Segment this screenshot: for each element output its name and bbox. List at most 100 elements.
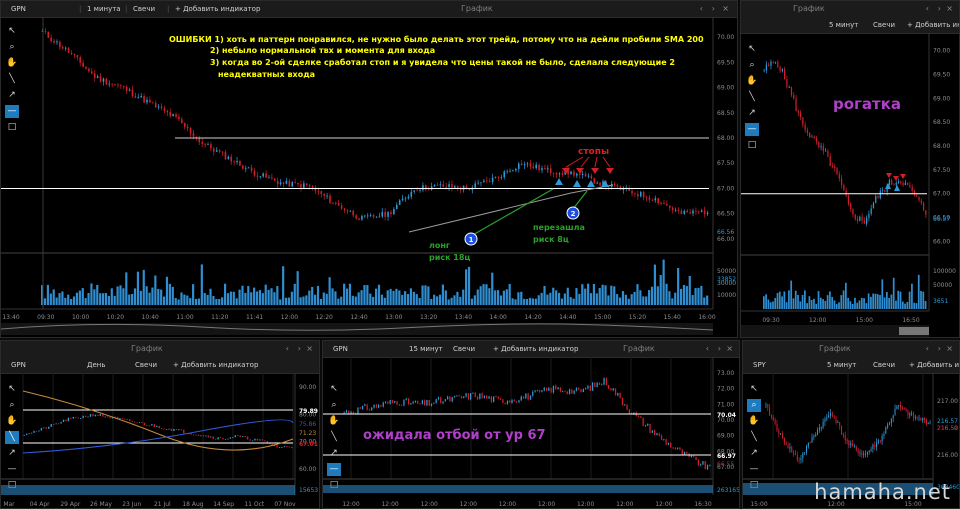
interval-selector[interactable]: 5 минут xyxy=(829,17,858,33)
candle xyxy=(387,401,389,404)
right-arrow-icon[interactable]: › xyxy=(712,1,715,17)
candle xyxy=(375,404,377,408)
candle xyxy=(805,446,808,453)
style-selector[interactable]: Свечи xyxy=(133,1,155,17)
symbol-selector[interactable]: SPY xyxy=(753,357,766,373)
candle xyxy=(703,210,706,215)
interval-selector[interactable]: 15 минут xyxy=(409,341,443,357)
right-arrow-icon[interactable]: › xyxy=(718,341,721,357)
candle xyxy=(234,435,236,438)
fifteen-min-chart[interactable]: 73.0072.0071.0070.0069.0068.0067.00 12:0… xyxy=(323,357,740,509)
interval-selector[interactable]: День xyxy=(87,357,105,373)
dropdown-separator: | xyxy=(167,5,170,13)
volume-bar xyxy=(293,283,296,305)
interval-selector[interactable]: 1 минута xyxy=(87,1,121,17)
candle xyxy=(180,429,182,431)
volume-bar xyxy=(354,296,357,305)
style-selector[interactable]: Свечи xyxy=(453,341,475,357)
volume-bar xyxy=(581,284,584,305)
symbol-selector[interactable]: GPN xyxy=(11,357,26,373)
time-tick: 12:20 xyxy=(316,314,333,321)
candle xyxy=(826,417,828,420)
candle xyxy=(626,404,628,410)
candle xyxy=(578,387,580,390)
volume-bar xyxy=(131,293,134,305)
add-indicator-button[interactable]: + Добавить индикатор xyxy=(175,1,260,17)
candle xyxy=(181,119,183,124)
candle xyxy=(640,416,642,418)
add-indicator-button[interactable]: + Добавить индикат xyxy=(907,17,959,33)
candle xyxy=(136,422,138,424)
stops-label: стопы xyxy=(578,147,609,157)
candle xyxy=(486,180,488,182)
close-icon[interactable]: × xyxy=(946,341,953,357)
style-selector[interactable]: Свечи xyxy=(135,357,157,373)
symbol-selector[interactable]: GPN xyxy=(11,1,26,17)
overview-navigator[interactable] xyxy=(899,327,929,335)
candle xyxy=(197,434,200,436)
candle xyxy=(134,421,136,423)
volume-bar xyxy=(75,292,79,305)
symbol-selector[interactable]: GPN xyxy=(333,341,348,357)
candle xyxy=(192,434,195,436)
left-arrow-icon[interactable]: ‹ xyxy=(926,341,929,357)
interval-selector[interactable]: 5 минут xyxy=(827,357,856,373)
candle xyxy=(543,387,545,391)
right-arrow-icon[interactable]: › xyxy=(938,1,941,17)
volume-bar xyxy=(165,276,169,305)
close-icon[interactable]: × xyxy=(722,1,729,17)
volume-bar xyxy=(920,290,922,309)
close-icon[interactable]: × xyxy=(306,341,313,357)
left-arrow-icon[interactable]: ‹ xyxy=(926,1,929,17)
candle xyxy=(828,415,830,418)
candle xyxy=(381,211,384,217)
candle xyxy=(157,106,160,108)
volume-bar xyxy=(174,297,177,305)
add-indicator-button[interactable]: + Добавить индикатор xyxy=(909,357,959,373)
candle xyxy=(769,407,771,416)
left-arrow-icon[interactable]: ‹ xyxy=(700,1,703,17)
candle xyxy=(92,414,94,417)
candle xyxy=(439,184,442,186)
candle xyxy=(395,204,398,210)
volume-bar xyxy=(767,299,770,309)
candle xyxy=(35,430,38,432)
volume-bar xyxy=(847,297,849,309)
candle xyxy=(375,216,378,218)
volume-bar xyxy=(624,294,627,305)
candle xyxy=(398,200,401,205)
close-icon[interactable]: × xyxy=(946,1,953,17)
volume-bar xyxy=(645,296,648,305)
daily-chart[interactable]: 90.0080.0070.0060.00 Mar 04 Apr 29 Apr 26 M… xyxy=(1,373,320,509)
candle xyxy=(246,436,249,440)
volume-tick: 10000 xyxy=(717,292,736,299)
volume-bar xyxy=(133,288,137,305)
candle xyxy=(230,156,233,162)
candle xyxy=(416,190,418,192)
candle xyxy=(384,401,387,403)
close-icon[interactable]: × xyxy=(726,341,733,357)
candle xyxy=(465,185,468,189)
volume-bar xyxy=(424,285,427,305)
candle xyxy=(772,61,774,63)
style-selector[interactable]: Свечи xyxy=(873,17,895,33)
right-arrow-icon[interactable]: › xyxy=(938,341,941,357)
main-chart[interactable]: 70.00 69.50 69.00 68.50 68.00 67.50 67.00 66.50… xyxy=(1,17,738,338)
time-tick: 12:00 xyxy=(577,501,594,508)
candle xyxy=(218,150,221,152)
volume-bar xyxy=(465,269,468,305)
candle xyxy=(366,404,368,410)
candle xyxy=(250,167,253,171)
left-arrow-icon[interactable]: ‹ xyxy=(706,341,709,357)
volume-bar xyxy=(122,288,125,305)
candle xyxy=(65,419,67,422)
right-arrow-icon[interactable]: › xyxy=(298,341,301,357)
candle xyxy=(288,446,290,448)
top-right-chart[interactable]: 70.0069.5069.0068.5068.0067.5067.0066.50… xyxy=(741,33,960,338)
candle xyxy=(822,146,824,151)
add-indicator-button[interactable]: + Добавить индикатор xyxy=(173,357,258,373)
left-arrow-icon[interactable]: ‹ xyxy=(286,341,289,357)
time-tick: 09:30 xyxy=(762,317,779,324)
style-selector[interactable]: Свечи xyxy=(873,357,895,373)
add-indicator-button[interactable]: + Добавить индикатор xyxy=(493,341,578,357)
